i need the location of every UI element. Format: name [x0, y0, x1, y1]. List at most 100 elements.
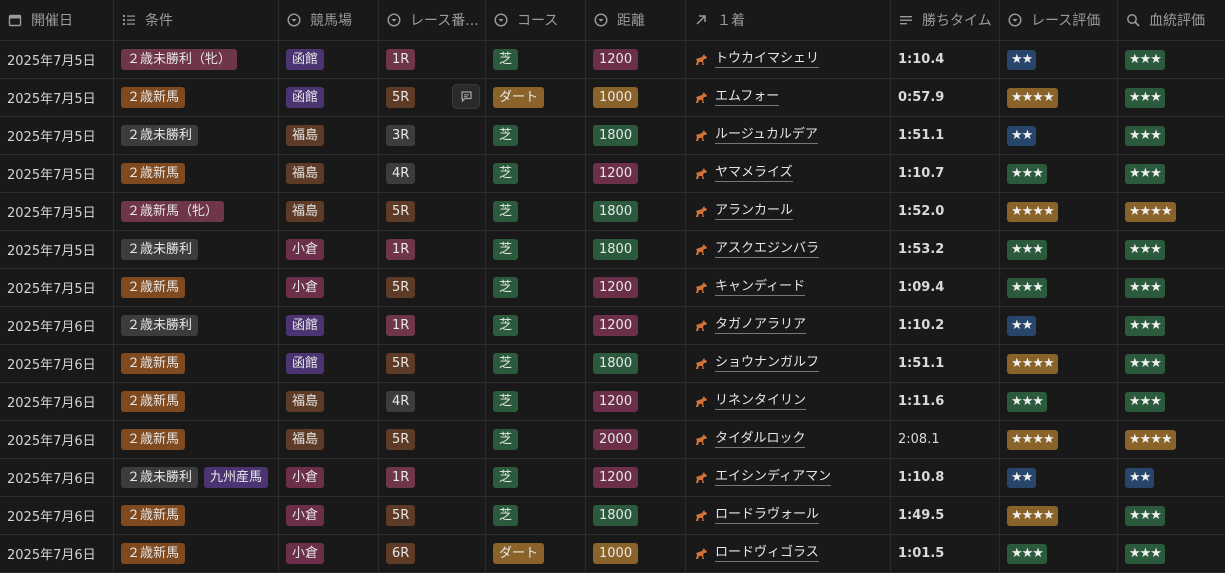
- date-cell[interactable]: 2025年7月5日: [0, 117, 114, 154]
- winner-cell[interactable]: アランカール: [686, 193, 891, 230]
- race-number-cell[interactable]: 5R: [379, 345, 486, 382]
- race-number-cell[interactable]: 3R: [379, 117, 486, 154]
- distance-cell[interactable]: 1000: [586, 535, 686, 572]
- winner-cell[interactable]: ルージュカルデア: [686, 117, 891, 154]
- blood-rating-cell[interactable]: ★★★: [1118, 383, 1225, 420]
- race-number-cell[interactable]: 5R: [379, 193, 486, 230]
- table-row[interactable]: 2025年7月5日 ２歳新馬 函館 5R ダート 1000 エムフォー 0:57…: [0, 79, 1225, 117]
- race-rating-cell[interactable]: ★★★: [1000, 383, 1118, 420]
- table-row[interactable]: 2025年7月6日 ２歳新馬 福島 4R 芝 1200 リネンタイリン 1:11…: [0, 383, 1225, 421]
- race-rating-cell[interactable]: ★★★: [1000, 269, 1118, 306]
- win-time-cell[interactable]: 1:53.2: [891, 231, 1000, 268]
- conditions-cell[interactable]: ２歳新馬: [114, 345, 279, 382]
- venue-cell[interactable]: 函館: [279, 79, 379, 116]
- conditions-cell[interactable]: ２歳新馬: [114, 383, 279, 420]
- winner-link[interactable]: エイシンディアマン: [715, 469, 832, 486]
- race-number-cell[interactable]: 5R: [379, 269, 486, 306]
- race-number-cell[interactable]: 1R: [379, 307, 486, 344]
- race-number-cell[interactable]: 1R: [379, 41, 486, 78]
- table-row[interactable]: 2025年7月5日 ２歳新馬 福島 4R 芝 1200 ヤマメライズ 1:10.…: [0, 155, 1225, 193]
- table-row[interactable]: 2025年7月6日 ２歳新馬 小倉 6R ダート 1000 ロードヴィゴラス 1…: [0, 535, 1225, 573]
- distance-cell[interactable]: 1200: [586, 383, 686, 420]
- winner-link[interactable]: ショウナンガルフ: [715, 355, 820, 372]
- column-header-race-rating[interactable]: レース評価: [1000, 0, 1118, 40]
- venue-cell[interactable]: 函館: [279, 307, 379, 344]
- date-cell[interactable]: 2025年7月5日: [0, 79, 114, 116]
- table-row[interactable]: 2025年7月6日 ２歳未勝利 九州産馬 小倉 1R 芝 1200 エイシンディア…: [0, 459, 1225, 497]
- win-time-cell[interactable]: 1:01.5: [891, 535, 1000, 572]
- table-row[interactable]: 2025年7月6日 ２歳新馬 函館 5R 芝 1800 ショウナンガルフ 1:5…: [0, 345, 1225, 383]
- venue-cell[interactable]: 小倉: [279, 231, 379, 268]
- venue-cell[interactable]: 小倉: [279, 497, 379, 534]
- venue-cell[interactable]: 小倉: [279, 269, 379, 306]
- distance-cell[interactable]: 1800: [586, 193, 686, 230]
- course-cell[interactable]: 芝: [486, 459, 586, 496]
- date-cell[interactable]: 2025年7月6日: [0, 307, 114, 344]
- race-rating-cell[interactable]: ★★: [1000, 307, 1118, 344]
- distance-cell[interactable]: 1200: [586, 41, 686, 78]
- date-cell[interactable]: 2025年7月6日: [0, 421, 114, 458]
- venue-cell[interactable]: 福島: [279, 383, 379, 420]
- winner-cell[interactable]: ロードラヴォール: [686, 497, 891, 534]
- conditions-cell[interactable]: ２歳未勝利: [114, 307, 279, 344]
- conditions-cell[interactable]: ２歳未勝利（牝）: [114, 41, 279, 78]
- venue-cell[interactable]: 函館: [279, 345, 379, 382]
- conditions-cell[interactable]: ２歳新馬: [114, 269, 279, 306]
- conditions-cell[interactable]: ２歳新馬: [114, 535, 279, 572]
- race-number-cell[interactable]: 4R: [379, 383, 486, 420]
- conditions-cell[interactable]: ２歳新馬: [114, 421, 279, 458]
- conditions-cell[interactable]: ２歳未勝利: [114, 231, 279, 268]
- date-cell[interactable]: 2025年7月6日: [0, 459, 114, 496]
- conditions-cell[interactable]: ２歳新馬（牝）: [114, 193, 279, 230]
- course-cell[interactable]: 芝: [486, 497, 586, 534]
- column-header-distance[interactable]: 距離: [586, 0, 686, 40]
- win-time-cell[interactable]: 0:57.9: [891, 79, 1000, 116]
- venue-cell[interactable]: 小倉: [279, 459, 379, 496]
- blood-rating-cell[interactable]: ★★★: [1118, 497, 1225, 534]
- table-row[interactable]: 2025年7月6日 ２歳新馬 福島 5R 芝 2000 タイダルロック 2:08…: [0, 421, 1225, 459]
- win-time-cell[interactable]: 1:10.8: [891, 459, 1000, 496]
- winner-cell[interactable]: トウカイマシェリ: [686, 41, 891, 78]
- winner-cell[interactable]: ショウナンガルフ: [686, 345, 891, 382]
- win-time-cell[interactable]: 1:52.0: [891, 193, 1000, 230]
- race-rating-cell[interactable]: ★★: [1000, 117, 1118, 154]
- winner-link[interactable]: ロードヴィゴラス: [715, 545, 819, 562]
- column-header-winner[interactable]: １着: [686, 0, 891, 40]
- distance-cell[interactable]: 1800: [586, 231, 686, 268]
- blood-rating-cell[interactable]: ★★★★: [1118, 193, 1225, 230]
- winner-link[interactable]: トウカイマシェリ: [715, 51, 820, 68]
- course-cell[interactable]: 芝: [486, 41, 586, 78]
- win-time-cell[interactable]: 1:10.7: [891, 155, 1000, 192]
- winner-link[interactable]: キャンディード: [715, 279, 806, 296]
- conditions-cell[interactable]: ２歳新馬: [114, 155, 279, 192]
- winner-cell[interactable]: キャンディード: [686, 269, 891, 306]
- venue-cell[interactable]: 福島: [279, 117, 379, 154]
- distance-cell[interactable]: 1800: [586, 345, 686, 382]
- race-number-cell[interactable]: 1R: [379, 459, 486, 496]
- date-cell[interactable]: 2025年7月6日: [0, 345, 114, 382]
- winner-link[interactable]: ロードラヴォール: [715, 507, 820, 524]
- venue-cell[interactable]: 小倉: [279, 535, 379, 572]
- race-number-cell[interactable]: 5R: [379, 421, 486, 458]
- date-cell[interactable]: 2025年7月5日: [0, 269, 114, 306]
- table-row[interactable]: 2025年7月5日 ２歳未勝利（牝） 函館 1R 芝 1200 トウカイマシェリ…: [0, 41, 1225, 79]
- blood-rating-cell[interactable]: ★★★: [1118, 117, 1225, 154]
- course-cell[interactable]: 芝: [486, 307, 586, 344]
- table-row[interactable]: 2025年7月5日 ２歳未勝利 小倉 1R 芝 1800 アスクエジンバラ 1:…: [0, 231, 1225, 269]
- win-time-cell[interactable]: 2:08.1: [891, 421, 1000, 458]
- winner-cell[interactable]: タイダルロック: [686, 421, 891, 458]
- winner-cell[interactable]: ロードヴィゴラス: [686, 535, 891, 572]
- winner-link[interactable]: アランカール: [715, 203, 794, 220]
- blood-rating-cell[interactable]: ★★★: [1118, 41, 1225, 78]
- date-cell[interactable]: 2025年7月6日: [0, 497, 114, 534]
- course-cell[interactable]: 芝: [486, 269, 586, 306]
- race-rating-cell[interactable]: ★★★★: [1000, 421, 1118, 458]
- comment-button[interactable]: [452, 84, 480, 109]
- blood-rating-cell[interactable]: ★★: [1118, 459, 1225, 496]
- race-rating-cell[interactable]: ★★★★: [1000, 345, 1118, 382]
- blood-rating-cell[interactable]: ★★★: [1118, 345, 1225, 382]
- winner-link[interactable]: タイダルロック: [715, 431, 806, 448]
- table-row[interactable]: 2025年7月6日 ２歳新馬 小倉 5R 芝 1800 ロードラヴォール 1:4…: [0, 497, 1225, 535]
- win-time-cell[interactable]: 1:11.6: [891, 383, 1000, 420]
- date-cell[interactable]: 2025年7月5日: [0, 41, 114, 78]
